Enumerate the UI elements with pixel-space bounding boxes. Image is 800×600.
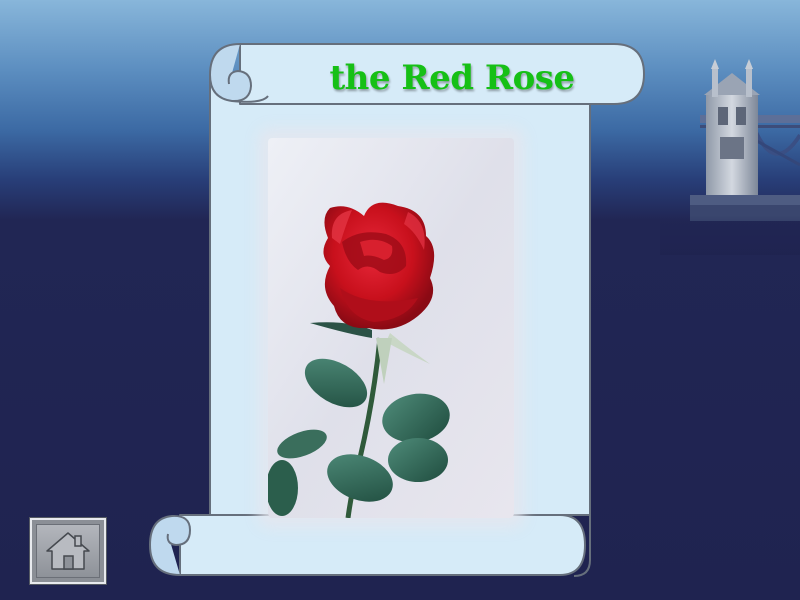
home-icon: [46, 532, 90, 570]
home-button-face: [36, 524, 100, 578]
slide-title: the Red Rose: [329, 58, 575, 98]
home-button[interactable]: [29, 517, 107, 585]
rose-photo: [268, 138, 514, 518]
slide: the Red Rose: [0, 0, 800, 600]
